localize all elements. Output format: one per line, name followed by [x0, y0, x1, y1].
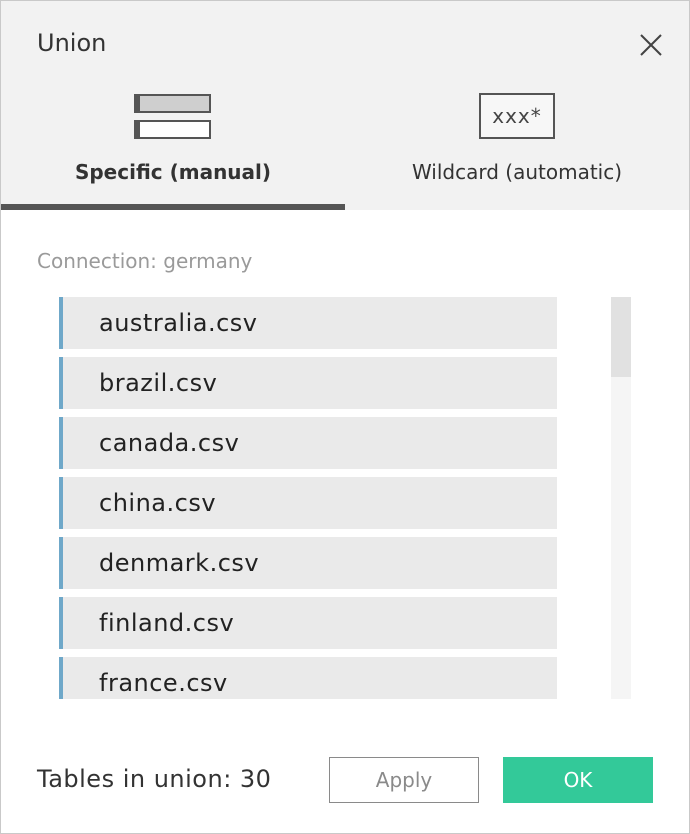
tab-specific-manual[interactable]: Specific (manual)	[1, 83, 345, 210]
list-item-label: australia.csv	[99, 309, 258, 337]
list-item[interactable]: finland.csv	[59, 597, 557, 649]
list-scrollbar[interactable]	[611, 297, 631, 699]
tables-in-union-count: Tables in union: 30	[37, 765, 272, 793]
list-item[interactable]: canada.csv	[59, 417, 557, 469]
wildcard-icon: xxx*	[479, 93, 555, 139]
list-item-label: china.csv	[99, 489, 217, 517]
manual-tables-icon	[134, 93, 212, 141]
ok-button[interactable]: OK	[503, 757, 653, 803]
apply-button[interactable]: Apply	[329, 757, 479, 803]
list-item[interactable]: australia.csv	[59, 297, 557, 349]
list-item-label: canada.csv	[99, 429, 240, 457]
list-item[interactable]: brazil.csv	[59, 357, 557, 409]
list-item[interactable]: denmark.csv	[59, 537, 557, 589]
scrollbar-thumb[interactable]	[611, 297, 631, 377]
tab-wildcard-automatic[interactable]: xxx* Wildcard (automatic)	[345, 83, 689, 210]
tab-label-wildcard: Wildcard (automatic)	[411, 160, 623, 184]
list-item-label: finland.csv	[99, 609, 235, 637]
tab-label-specific: Specific (manual)	[74, 160, 272, 184]
table-list: australia.csv brazil.csv canada.csv chin…	[59, 297, 559, 699]
dialog-header: Union Specific (manual) xxx* Wildcard (a	[1, 1, 689, 210]
active-tab-indicator	[1, 204, 345, 210]
connection-label: Connection: germany	[37, 249, 253, 273]
list-item-label: france.csv	[99, 669, 228, 697]
close-icon[interactable]	[633, 27, 669, 63]
list-item[interactable]: france.csv	[59, 657, 557, 699]
list-item-label: brazil.csv	[99, 369, 218, 397]
union-dialog: Union Specific (manual) xxx* Wildcard (a	[0, 0, 690, 834]
list-item-label: denmark.csv	[99, 549, 260, 577]
dialog-title: Union	[37, 29, 107, 57]
list-item[interactable]: china.csv	[59, 477, 557, 529]
